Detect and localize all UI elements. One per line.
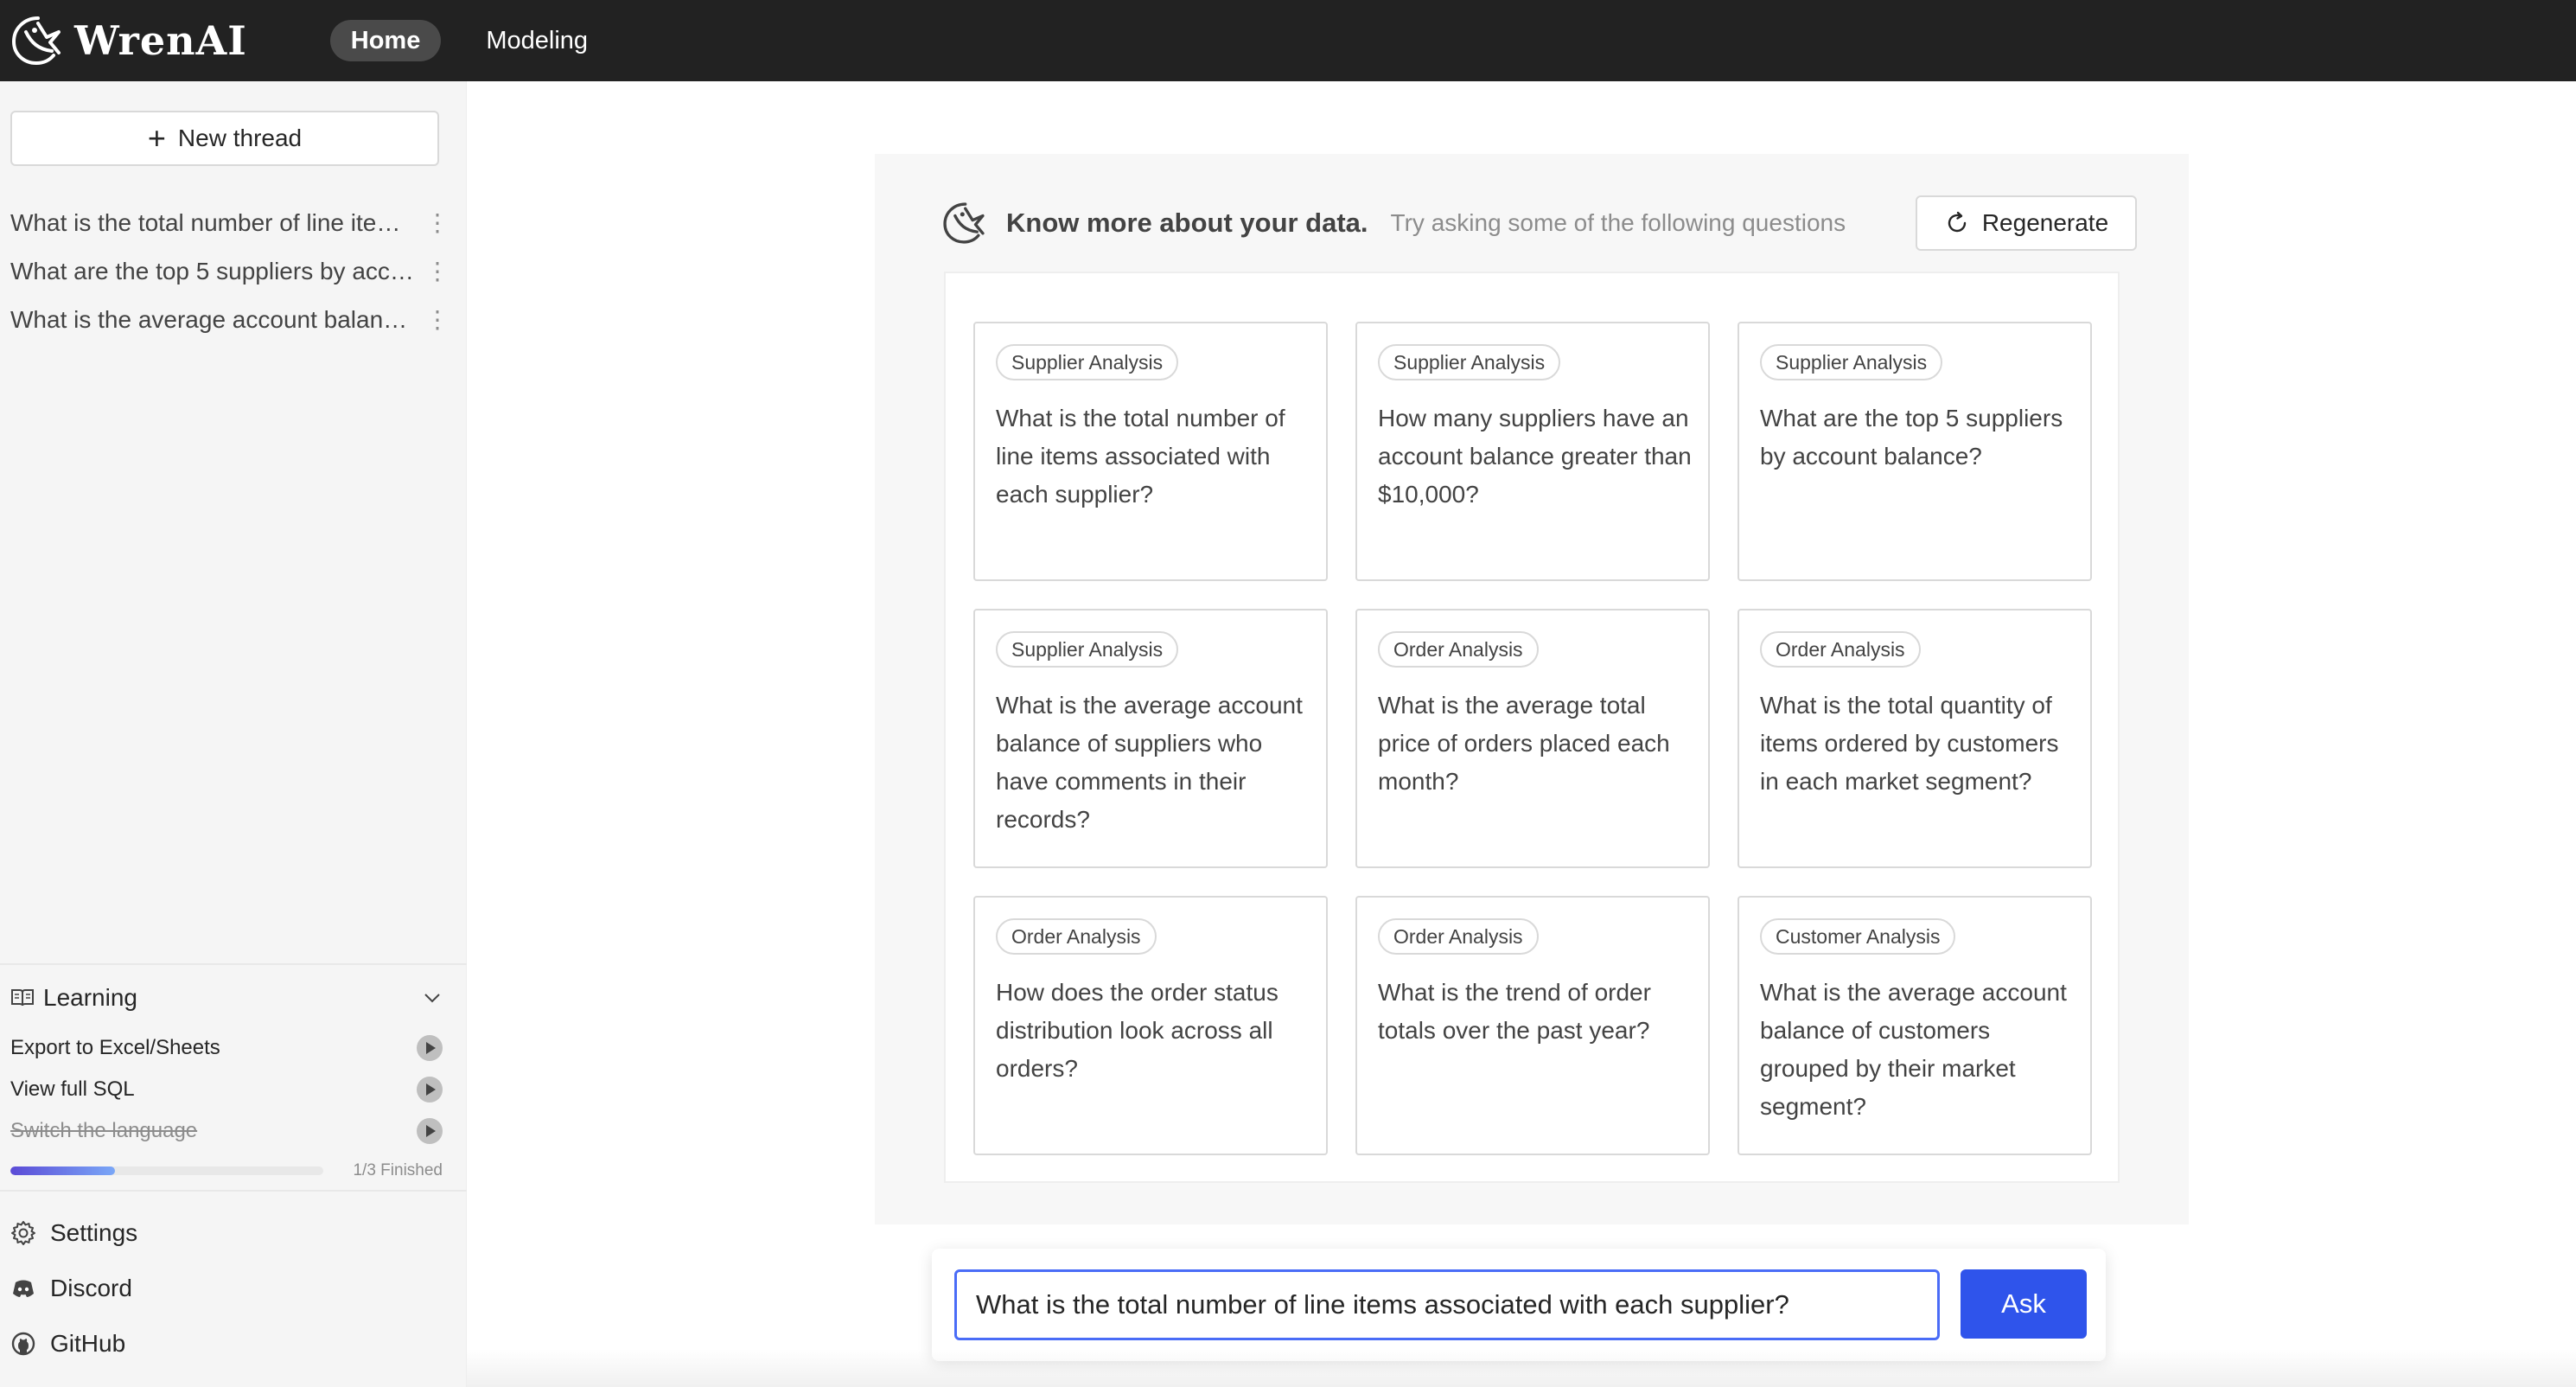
thread-item[interactable]: What is the total number of line items a… xyxy=(10,199,450,247)
learning-item-export[interactable]: Export to Excel/Sheets xyxy=(10,1031,443,1065)
category-tag: Supplier Analysis xyxy=(1378,344,1561,380)
question-cards-grid: Supplier Analysis What is the total numb… xyxy=(944,272,2120,1183)
sidebar-link-label: Settings xyxy=(50,1219,138,1246)
card-question: How does the order status distribution l… xyxy=(996,979,1278,1082)
book-icon xyxy=(11,989,34,1007)
learning-header[interactable]: Learning xyxy=(10,981,443,1015)
category-tag: Order Analysis xyxy=(1378,631,1539,668)
more-vertical-icon[interactable]: ⋮ xyxy=(425,211,450,235)
card-question: What is the average total price of order… xyxy=(1378,692,1670,795)
thread-title: What is the average account balance of s… xyxy=(10,306,417,333)
refresh-icon xyxy=(1948,211,1967,233)
thread-item[interactable]: What are the top 5 suppliers by account … xyxy=(10,247,450,296)
category-tag: Supplier Analysis xyxy=(996,631,1179,668)
question-card[interactable]: Supplier Analysis What is the total numb… xyxy=(973,322,1328,581)
sidebar: + New thread What is the total number of… xyxy=(0,81,467,1387)
card-question: What is the total quantity of items orde… xyxy=(1760,692,2059,795)
chevron-down-icon[interactable] xyxy=(422,988,443,1008)
wren-bird-icon xyxy=(11,16,61,66)
recommendation-panel: Know more about your data. Try asking so… xyxy=(875,154,2189,1224)
progress-fill xyxy=(10,1166,115,1175)
plus-icon: + xyxy=(147,120,166,156)
sidebar-link-label: Discord xyxy=(50,1275,132,1301)
discord-icon xyxy=(13,1280,34,1297)
card-question: What is the average account balance of s… xyxy=(996,692,1303,833)
github-icon xyxy=(11,1332,35,1356)
nav-home[interactable]: Home xyxy=(329,20,442,61)
question-card[interactable]: Order Analysis How does the order status… xyxy=(973,896,1328,1155)
question-card[interactable]: Supplier Analysis What is the average ac… xyxy=(973,609,1328,868)
category-tag: Supplier Analysis xyxy=(996,344,1179,380)
card-question: What are the top 5 suppliers by account … xyxy=(1760,405,2063,470)
ask-bar: Ask xyxy=(932,1249,2106,1361)
category-tag: Order Analysis xyxy=(1378,918,1539,955)
thread-item[interactable]: What is the average account balance of s… xyxy=(10,296,450,344)
play-icon[interactable] xyxy=(417,1077,443,1103)
wren-bird-icon xyxy=(943,202,985,244)
sidebar-link-github[interactable]: GitHub xyxy=(10,1316,443,1371)
card-question: How many suppliers have an account balan… xyxy=(1378,405,1692,508)
new-thread-label: New thread xyxy=(177,125,303,151)
top-header: WrenAI Home Modeling xyxy=(0,0,2576,81)
learning-item-label: Export to Excel/Sheets xyxy=(10,1036,220,1059)
learning-item-sql[interactable]: View full SQL xyxy=(10,1072,443,1107)
more-vertical-icon[interactable]: ⋮ xyxy=(425,259,450,284)
panel-subtitle: Try asking some of the following questio… xyxy=(1390,209,1846,236)
sidebar-link-settings[interactable]: Settings xyxy=(10,1205,443,1261)
category-tag: Supplier Analysis xyxy=(1760,344,1943,380)
question-card[interactable]: Customer Analysis What is the average ac… xyxy=(1738,896,2092,1155)
thread-list: What is the total number of line items a… xyxy=(10,199,450,344)
question-card[interactable]: Order Analysis What is the total quantit… xyxy=(1738,609,2092,868)
nav-modeling[interactable]: Modeling xyxy=(465,20,609,61)
ask-button[interactable]: Ask xyxy=(1961,1269,2087,1339)
learning-title: Learning xyxy=(43,984,137,1011)
logo[interactable]: WrenAI xyxy=(9,0,247,81)
question-card[interactable]: Supplier Analysis What are the top 5 sup… xyxy=(1738,322,2092,581)
category-tag: Order Analysis xyxy=(1760,631,1921,668)
sidebar-links: Settings Discord GitHub xyxy=(10,1205,443,1371)
learning-panel: Learning Export to Excel/Sheets View ful… xyxy=(0,963,467,1192)
question-card[interactable]: Supplier Analysis How many suppliers hav… xyxy=(1355,322,1710,581)
learning-item-language[interactable]: Switch the language xyxy=(10,1114,443,1148)
gear-icon xyxy=(11,1221,35,1245)
question-card[interactable]: Order Analysis What is the trend of orde… xyxy=(1355,896,1710,1155)
question-input[interactable] xyxy=(954,1269,1940,1340)
main-nav: Home Modeling xyxy=(329,20,609,61)
learning-progress: 1/3 Finished xyxy=(10,1160,443,1181)
card-question: What is the trend of order totals over t… xyxy=(1378,979,1651,1044)
progress-track xyxy=(10,1166,323,1175)
app-name: WrenAI xyxy=(74,17,247,64)
more-vertical-icon[interactable]: ⋮ xyxy=(425,308,450,332)
category-tag: Order Analysis xyxy=(996,918,1157,955)
play-icon[interactable] xyxy=(417,1118,443,1144)
regenerate-button[interactable]: Regenerate xyxy=(1916,195,2137,251)
category-tag: Customer Analysis xyxy=(1760,918,1956,955)
new-thread-button[interactable]: + New thread xyxy=(10,111,439,166)
bottom-fade xyxy=(467,1349,2576,1387)
card-question: What is the total number of line items a… xyxy=(996,405,1285,508)
panel-header: Know more about your data. Try asking so… xyxy=(940,195,2137,251)
thread-title: What are the top 5 suppliers by account … xyxy=(10,258,417,284)
regenerate-label: Regenerate xyxy=(1981,209,2109,236)
question-card[interactable]: Order Analysis What is the average total… xyxy=(1355,609,1710,868)
thread-title: What is the total number of line items a… xyxy=(10,209,417,236)
sidebar-link-discord[interactable]: Discord xyxy=(10,1261,443,1316)
learning-item-label: Switch the language xyxy=(10,1119,198,1142)
sidebar-link-label: GitHub xyxy=(50,1330,126,1357)
progress-text: 1/3 Finished xyxy=(353,1161,443,1179)
card-question: What is the average account balance of c… xyxy=(1760,979,2067,1120)
learning-item-label: View full SQL xyxy=(10,1077,135,1101)
play-icon[interactable] xyxy=(417,1035,443,1061)
panel-title: Know more about your data. xyxy=(1006,208,1368,238)
